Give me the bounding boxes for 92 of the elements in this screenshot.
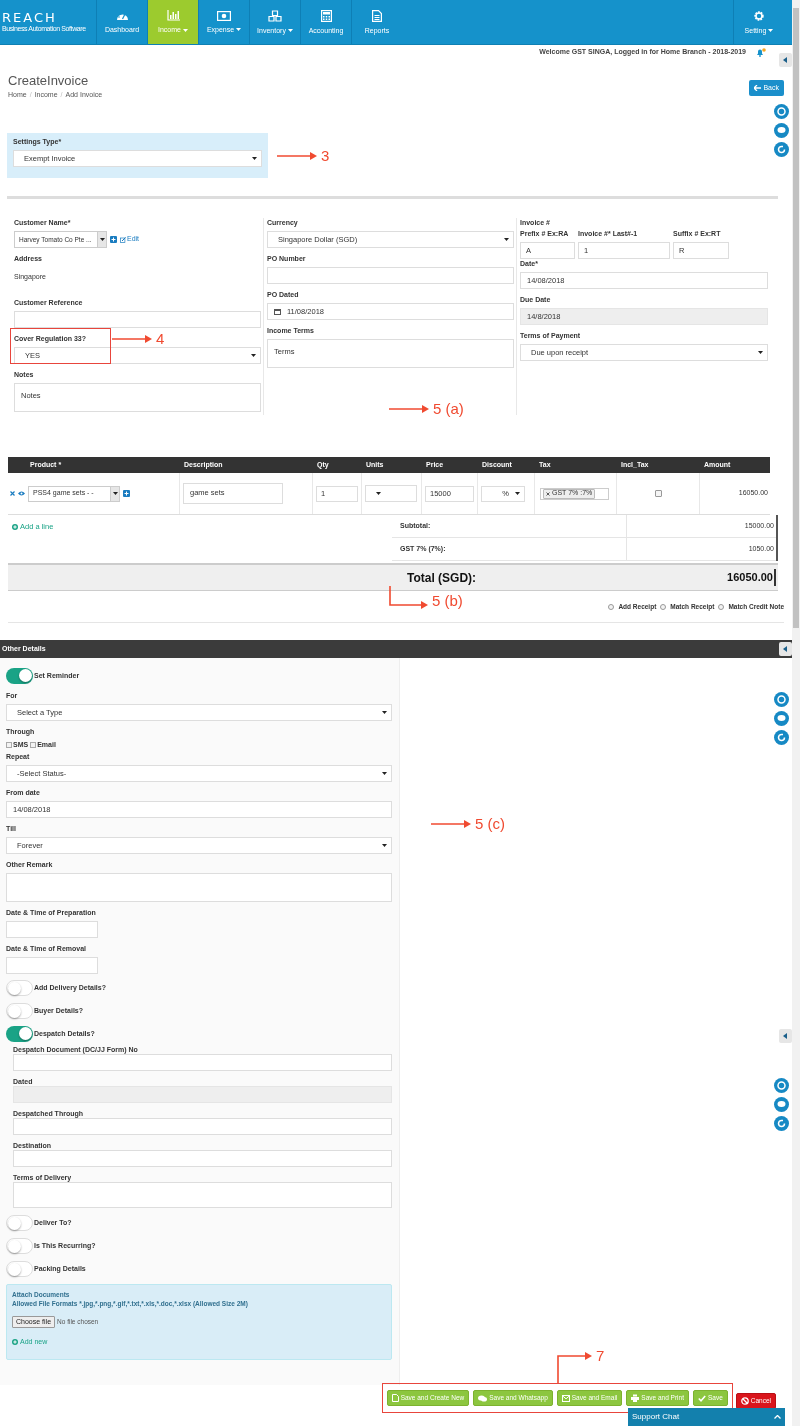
- input-field[interactable]: [6, 957, 98, 974]
- radio-button[interactable]: [718, 603, 725, 610]
- annotation-arrow: [277, 152, 317, 160]
- banknote-icon: [217, 10, 231, 21]
- checkbox[interactable]: [654, 490, 662, 497]
- collapse-tab-icon[interactable]: [779, 1029, 792, 1043]
- caret-icon: [236, 28, 242, 31]
- caret-icon: [112, 492, 118, 495]
- select-field[interactable]: [365, 485, 417, 502]
- eye-icon[interactable]: [18, 491, 25, 496]
- input-field[interactable]: [13, 1054, 392, 1071]
- toggle-switch[interactable]: [6, 1215, 33, 1231]
- caret-icon: [515, 492, 520, 495]
- chevron-up-icon: [774, 1415, 781, 1419]
- close-icon[interactable]: [10, 491, 15, 496]
- text-area[interactable]: [13, 1182, 392, 1208]
- annotation-arrow: [112, 335, 152, 343]
- plus-icon[interactable]: [123, 490, 130, 497]
- annotation-label: 7: [596, 1347, 605, 1365]
- annotation-label: 4: [156, 330, 165, 348]
- checkbox[interactable]: [6, 742, 12, 748]
- refresh-icon[interactable]: [774, 1116, 789, 1131]
- caret-icon: [382, 772, 387, 775]
- settings-icon: [753, 9, 765, 22]
- ring-icon[interactable]: [774, 1078, 789, 1093]
- input-field[interactable]: [13, 1150, 392, 1167]
- document-icon: [372, 9, 382, 22]
- annotation-arrow: [389, 586, 428, 609]
- calendar-icon: [274, 308, 281, 315]
- caret-icon: [382, 844, 387, 847]
- ban-icon: [740, 1397, 749, 1405]
- radio-button[interactable]: [660, 603, 667, 610]
- input-field[interactable]: [14, 311, 261, 328]
- close-icon[interactable]: [546, 491, 550, 496]
- annotation-label: 5 (c): [475, 815, 505, 833]
- annotation-arrow: [431, 820, 471, 828]
- support-chat-bar[interactable]: Support Chat: [628, 1408, 785, 1426]
- annotation-label: 5 (b): [432, 592, 463, 610]
- plus-circle-icon: [12, 1339, 18, 1346]
- annotation-label: 3: [321, 147, 330, 165]
- input-field[interactable]: [13, 1118, 392, 1135]
- toggle-switch[interactable]: [6, 1238, 33, 1254]
- edit-icon: [120, 236, 126, 243]
- ring-icon[interactable]: [774, 104, 789, 119]
- logo-wordmark: REACH: [2, 11, 58, 24]
- cubes-icon: [268, 9, 282, 22]
- radio-button[interactable]: [608, 603, 615, 610]
- annotation-arrow: [389, 405, 429, 413]
- total-label: Total (SGD):: [407, 569, 477, 587]
- plus-circle-icon: [12, 523, 18, 530]
- collapse-tab-icon[interactable]: [779, 53, 792, 67]
- caret-icon: [99, 238, 105, 241]
- chat-bubble-icon[interactable]: [774, 1097, 789, 1112]
- chat-bubble-icon[interactable]: [774, 123, 789, 138]
- caret-icon: [252, 157, 257, 160]
- caret-icon: [382, 711, 387, 714]
- ring-icon[interactable]: [774, 692, 789, 707]
- refresh-icon[interactable]: [774, 730, 789, 745]
- collapse-tab-icon[interactable]: [779, 642, 792, 656]
- page-title: CreateInvoice: [8, 73, 90, 89]
- toggle-switch[interactable]: [6, 1003, 33, 1019]
- toggle-switch[interactable]: [6, 668, 33, 684]
- scrollbar[interactable]: [792, 0, 800, 1426]
- plus-icon[interactable]: [110, 236, 117, 243]
- total-value: 16050.00: [727, 569, 776, 586]
- bell-icon[interactable]: [756, 47, 766, 57]
- caret-icon: [287, 29, 293, 32]
- toggle-switch[interactable]: [6, 1026, 33, 1042]
- file-icon: [391, 1394, 399, 1402]
- check-icon: [697, 1394, 706, 1402]
- input-field[interactable]: [267, 267, 514, 284]
- caret-icon: [504, 238, 509, 241]
- caret-icon: [376, 492, 381, 495]
- caret-icon: [758, 351, 763, 354]
- annotation-label: 5 (a): [433, 400, 464, 418]
- arrow-left-icon: [754, 85, 762, 91]
- caret-icon: [183, 28, 188, 32]
- refresh-icon[interactable]: [774, 142, 789, 157]
- checkbox[interactable]: [30, 742, 37, 748]
- chat-bubble-icon: [478, 1394, 488, 1402]
- calculator-icon: [320, 9, 332, 22]
- scrollbar-thumb[interactable]: [793, 8, 799, 628]
- chat-bubble-icon[interactable]: [774, 711, 789, 726]
- text-area[interactable]: [6, 873, 392, 902]
- toggle-switch[interactable]: [6, 980, 33, 996]
- caret-icon: [768, 29, 774, 32]
- caret-icon: [251, 354, 256, 357]
- envelope-icon: [561, 1394, 570, 1402]
- toggle-switch[interactable]: [6, 1261, 33, 1277]
- printer-icon: [631, 1394, 640, 1402]
- input-field[interactable]: [6, 921, 98, 938]
- bar-chart-icon: [166, 10, 180, 21]
